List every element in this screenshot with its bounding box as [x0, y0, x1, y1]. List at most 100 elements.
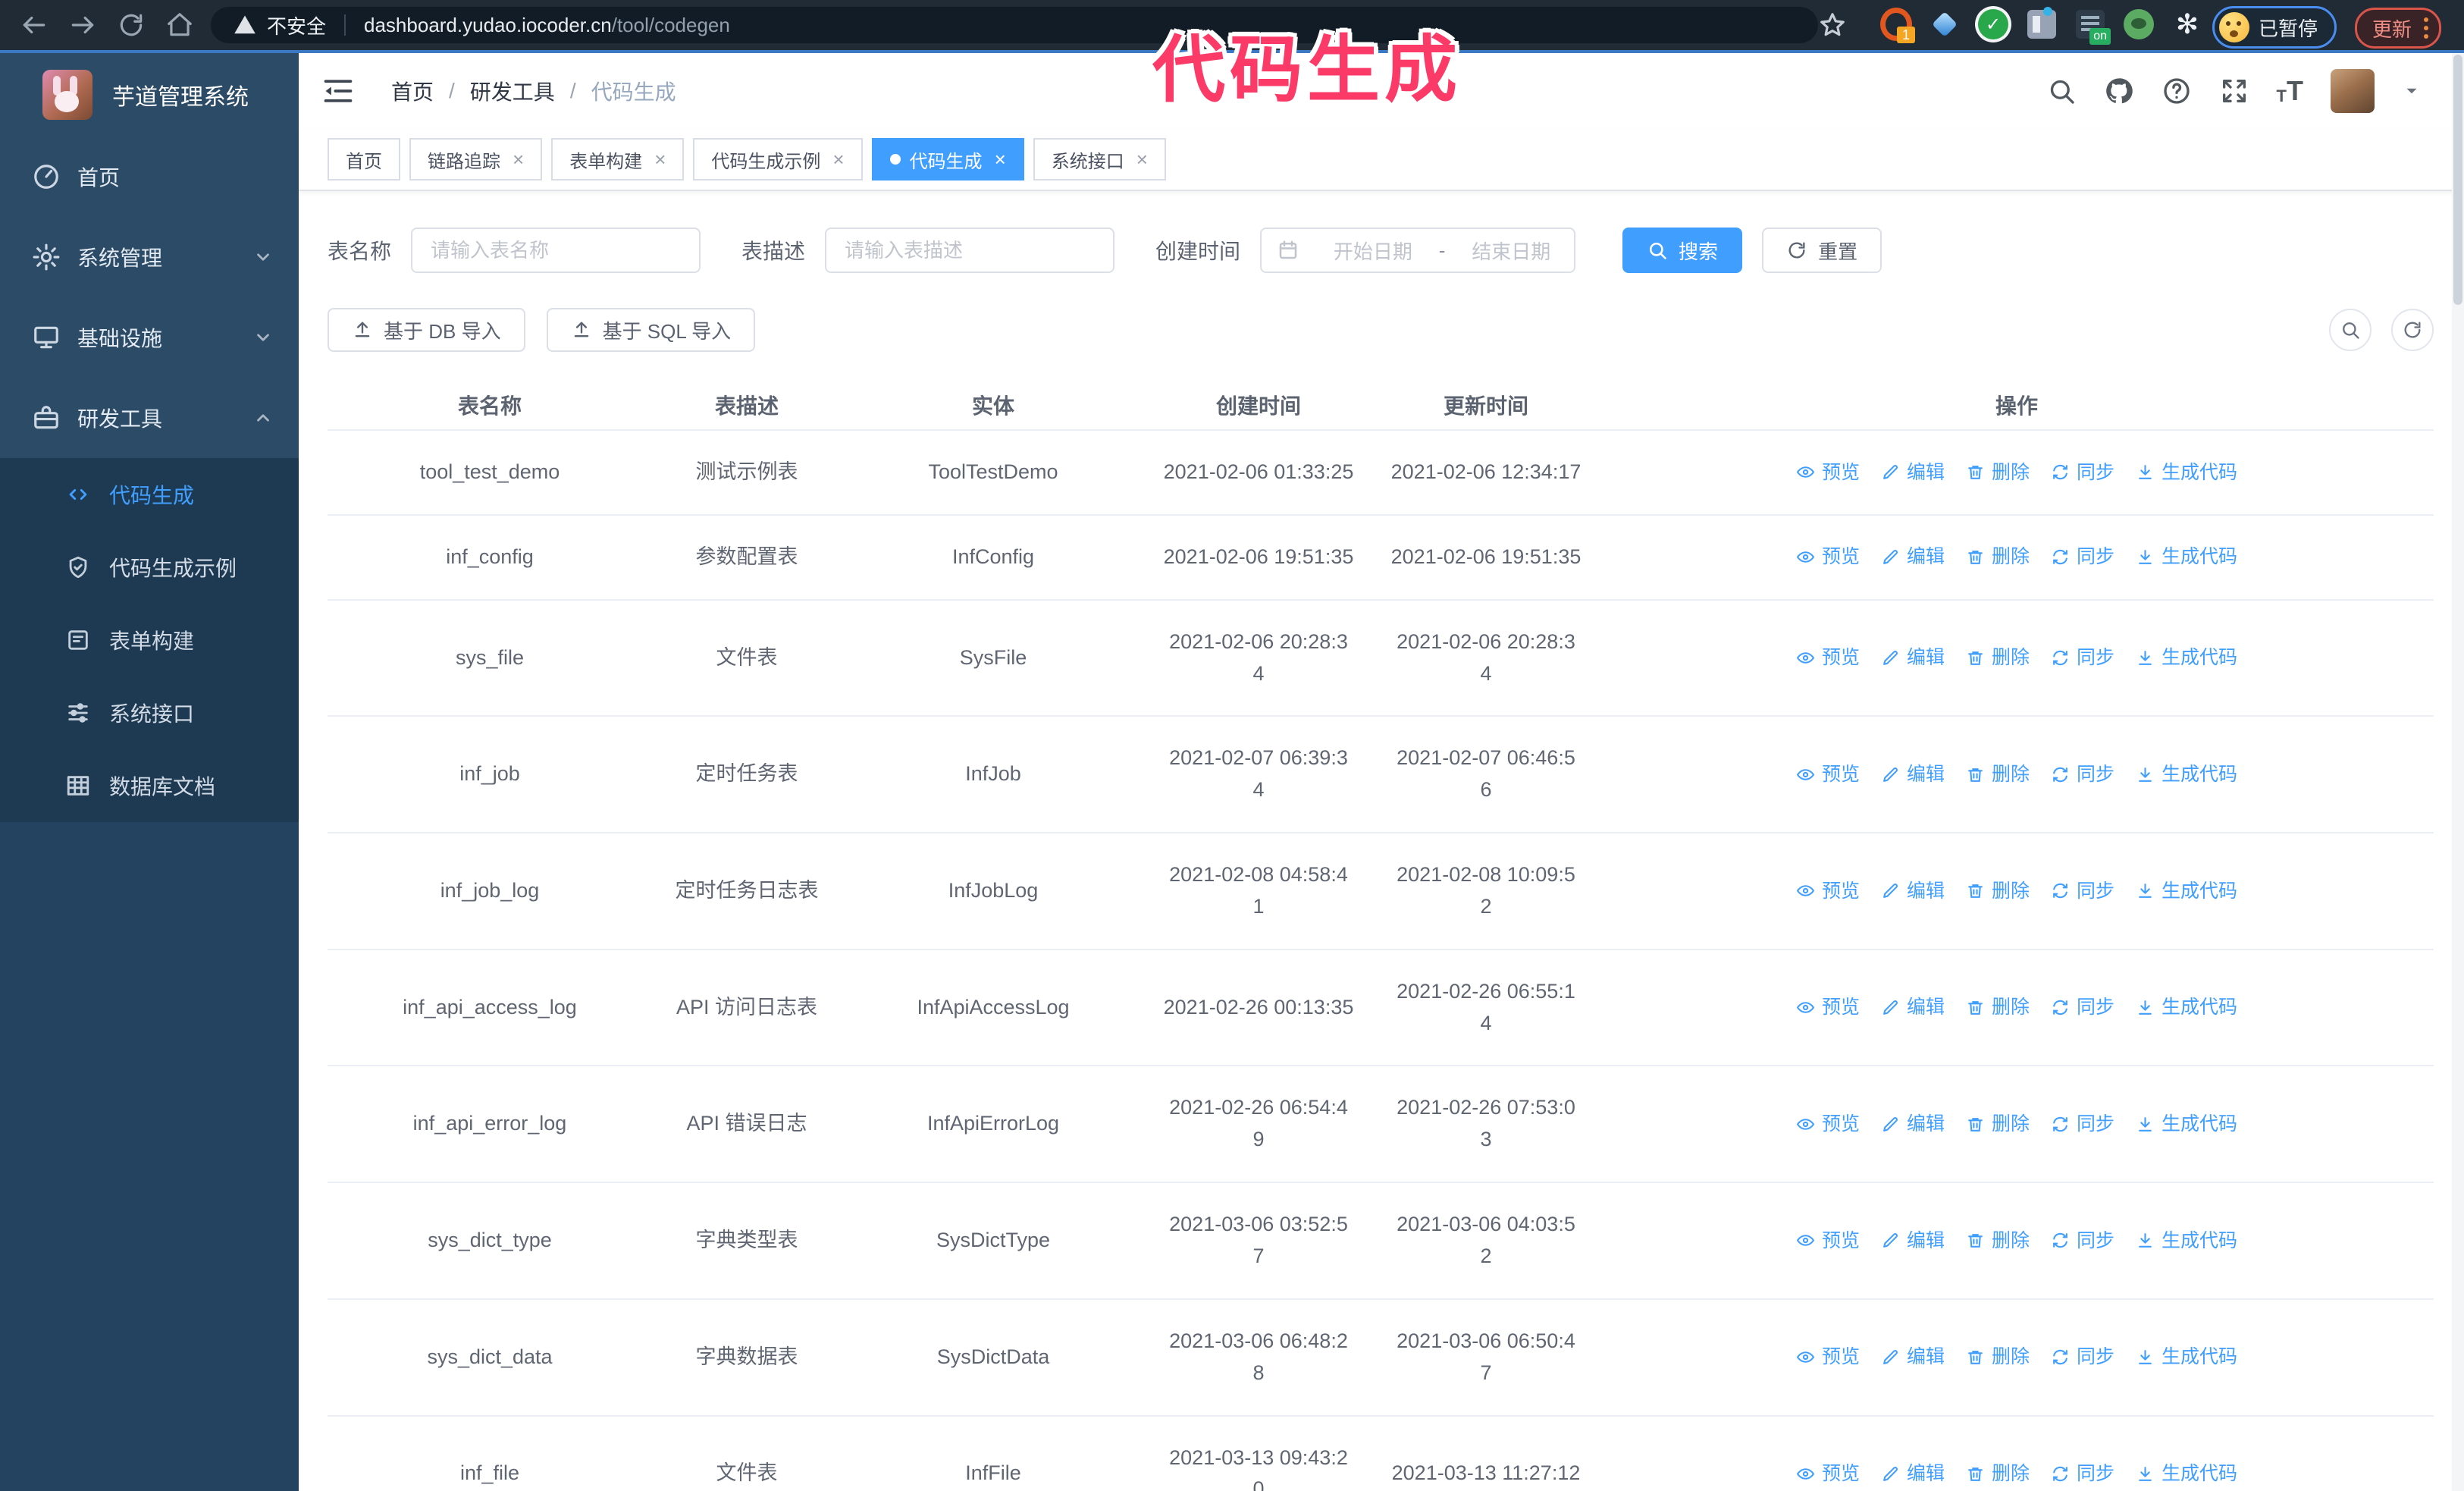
update-button[interactable]: 更新: [2355, 8, 2442, 49]
sidebar-logo[interactable]: 芋道管理系统: [0, 53, 299, 137]
browser-back-icon[interactable]: [20, 11, 49, 39]
extension-puzzle-icon[interactable]: ✻: [2171, 8, 2203, 40]
browser-forward-icon[interactable]: [68, 11, 97, 39]
avatar[interactable]: [2331, 69, 2375, 113]
delete-link[interactable]: 删除: [1966, 643, 2030, 673]
edit-link[interactable]: 编辑: [1881, 1459, 1945, 1489]
edit-link[interactable]: 编辑: [1881, 760, 1945, 789]
delete-link[interactable]: 删除: [1966, 993, 2030, 1022]
sync-link[interactable]: 同步: [2051, 1110, 2114, 1139]
tab[interactable]: 代码生成 ×: [871, 138, 1024, 180]
generate-code-link[interactable]: 生成代码: [2136, 1226, 2237, 1256]
tab[interactable]: 系统接口 ×: [1033, 138, 1166, 180]
extension-shield-check-icon[interactable]: ✓: [1977, 8, 2009, 40]
import-db-button[interactable]: 基于 DB 导入: [328, 308, 525, 352]
generate-code-link[interactable]: 生成代码: [2136, 643, 2237, 673]
search-button[interactable]: 搜索: [1622, 228, 1743, 273]
delete-link[interactable]: 删除: [1966, 542, 2030, 572]
close-icon[interactable]: ×: [654, 149, 666, 169]
sync-link[interactable]: 同步: [2051, 877, 2114, 906]
close-icon[interactable]: ×: [513, 149, 524, 169]
font-size-icon[interactable]: TT: [2277, 77, 2303, 105]
sync-link[interactable]: 同步: [2051, 643, 2114, 673]
tab[interactable]: 首页: [328, 138, 400, 180]
generate-code-link[interactable]: 生成代码: [2136, 760, 2237, 789]
tab[interactable]: 代码生成示例 ×: [693, 138, 863, 180]
import-sql-button[interactable]: 基于 SQL 导入: [546, 308, 756, 352]
sidebar-item-db-doc[interactable]: 数据库文档: [0, 749, 299, 822]
delete-link[interactable]: 删除: [1966, 1342, 2030, 1372]
preview-link[interactable]: 预览: [1796, 458, 1860, 488]
edit-link[interactable]: 编辑: [1881, 1342, 1945, 1372]
close-icon[interactable]: ×: [1136, 149, 1148, 169]
extension-adblock-icon[interactable]: 1: [1880, 8, 1915, 43]
delete-link[interactable]: 删除: [1966, 1110, 2030, 1139]
hamburger-icon[interactable]: [321, 74, 355, 108]
delete-link[interactable]: 删除: [1966, 760, 2030, 789]
edit-link[interactable]: 编辑: [1881, 458, 1945, 488]
sidebar-item-system[interactable]: 系统管理: [0, 217, 299, 297]
edit-link[interactable]: 编辑: [1881, 877, 1945, 906]
preview-link[interactable]: 预览: [1796, 643, 1860, 673]
edit-link[interactable]: 编辑: [1881, 993, 1945, 1022]
generate-code-link[interactable]: 生成代码: [2136, 1342, 2237, 1372]
refresh-table-button[interactable]: [2391, 309, 2434, 351]
sidebar-item-codegen-example[interactable]: 代码生成示例: [0, 531, 299, 604]
github-icon[interactable]: [2104, 76, 2134, 106]
reset-button[interactable]: 重置: [1762, 228, 1882, 273]
paused-badge[interactable]: 已暂停: [2212, 6, 2337, 49]
close-icon[interactable]: ×: [995, 149, 1006, 169]
address-bar[interactable]: 不安全 dashboard.yudao.iocoder.cn/tool/code…: [211, 7, 1818, 43]
preview-link[interactable]: 预览: [1796, 993, 1860, 1022]
browser-reload-icon[interactable]: [117, 11, 146, 39]
sidebar-item-home[interactable]: 首页: [0, 137, 299, 217]
delete-link[interactable]: 删除: [1966, 877, 2030, 906]
close-icon[interactable]: ×: [832, 149, 844, 169]
sync-link[interactable]: 同步: [2051, 542, 2114, 572]
preview-link[interactable]: 预览: [1796, 1342, 1860, 1372]
sync-link[interactable]: 同步: [2051, 993, 2114, 1022]
generate-code-link[interactable]: 生成代码: [2136, 877, 2237, 906]
preview-link[interactable]: 预览: [1796, 1226, 1860, 1256]
sync-link[interactable]: 同步: [2051, 1226, 2114, 1256]
extension-monkey-icon[interactable]: [2123, 8, 2155, 40]
sync-link[interactable]: 同步: [2051, 1342, 2114, 1372]
tab[interactable]: 表单构建 ×: [551, 138, 685, 180]
sidebar-item-devtools[interactable]: 研发工具: [0, 378, 299, 458]
generate-code-link[interactable]: 生成代码: [2136, 458, 2237, 488]
table-desc-input[interactable]: [825, 228, 1115, 273]
edit-link[interactable]: 编辑: [1881, 643, 1945, 673]
date-range-picker[interactable]: 开始日期 - 结束日期: [1260, 228, 1576, 273]
sidebar-item-infra[interactable]: 基础设施: [0, 297, 299, 378]
extension-diamond-icon[interactable]: [1929, 8, 1961, 40]
edit-link[interactable]: 编辑: [1881, 1110, 1945, 1139]
toggle-search-button[interactable]: [2329, 309, 2372, 351]
sidebar-item-form-builder[interactable]: 表单构建: [0, 604, 299, 676]
breadcrumb-home[interactable]: 首页: [391, 76, 434, 106]
bookmark-star-icon[interactable]: [1818, 11, 1847, 39]
extension-panel-icon[interactable]: [2026, 7, 2058, 40]
tab[interactable]: 链路追踪 ×: [409, 138, 543, 180]
date-start-placeholder[interactable]: 开始日期: [1310, 237, 1436, 265]
delete-link[interactable]: 删除: [1966, 458, 2030, 488]
search-icon[interactable]: [2046, 76, 2077, 106]
delete-link[interactable]: 删除: [1966, 1459, 2030, 1489]
date-end-placeholder[interactable]: 结束日期: [1448, 237, 1574, 265]
sync-link[interactable]: 同步: [2051, 760, 2114, 789]
sync-link[interactable]: 同步: [2051, 458, 2114, 488]
edit-link[interactable]: 编辑: [1881, 542, 1945, 572]
preview-link[interactable]: 预览: [1796, 877, 1860, 906]
scrollbar-thumb[interactable]: [2453, 55, 2462, 305]
generate-code-link[interactable]: 生成代码: [2136, 542, 2237, 572]
table-name-input[interactable]: [411, 228, 701, 273]
kebab-menu-icon[interactable]: [2424, 17, 2429, 39]
help-icon[interactable]: [2161, 76, 2192, 106]
preview-link[interactable]: 预览: [1796, 542, 1860, 572]
preview-link[interactable]: 预览: [1796, 1459, 1860, 1489]
preview-link[interactable]: 预览: [1796, 1110, 1860, 1139]
sync-link[interactable]: 同步: [2051, 1459, 2114, 1489]
sidebar-item-codegen[interactable]: 代码生成: [0, 458, 299, 531]
caret-down-icon[interactable]: [2402, 81, 2422, 101]
breadcrumb-devtools[interactable]: 研发工具: [470, 76, 555, 106]
preview-link[interactable]: 预览: [1796, 760, 1860, 789]
